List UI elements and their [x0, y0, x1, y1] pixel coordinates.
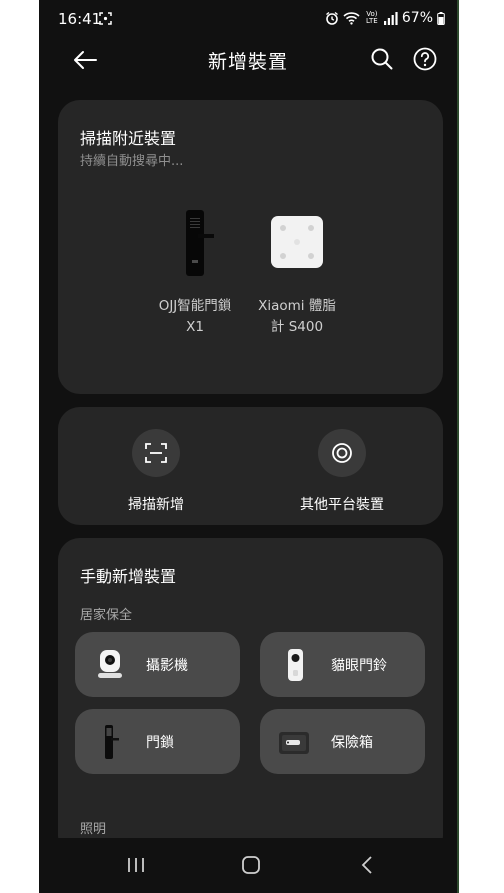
manual-card-title: 手動新增裝置 — [80, 567, 177, 586]
door-lock-icon — [105, 725, 119, 759]
scan-add-button[interactable]: 掃描新增 — [81, 429, 231, 514]
battery-icon — [437, 11, 445, 25]
section-home-security: 居家保全 — [80, 608, 133, 623]
status-time: 16:41 — [58, 10, 102, 28]
signal-icon — [383, 11, 398, 25]
system-nav-bar — [39, 838, 457, 893]
smart-lock-icon — [186, 210, 214, 276]
found-device-label: Xiaomi 體脂 計 S400 — [258, 298, 336, 335]
scan-add-circle — [132, 429, 180, 477]
other-platform-circle — [318, 429, 366, 477]
section-lighting: 照明 — [80, 822, 107, 837]
screenshot-frame: 16:41 Vo) LTE 67% 新增裝置 掃描附近裝置 持續自動搜尋中...… — [0, 0, 504, 893]
camera-icon — [98, 650, 122, 678]
add-methods-card: 掃描新增 其他平台裝置 — [58, 407, 443, 525]
screen-edge-line — [457, 0, 459, 893]
tile-label: 攝影機 — [146, 658, 188, 674]
other-platform-button[interactable]: 其他平台裝置 — [267, 429, 417, 514]
safe-icon — [279, 732, 309, 754]
tile-safe[interactable]: 保險箱 — [260, 709, 425, 774]
manual-add-card: 手動新增裝置 居家保全 攝影機 貓眼門鈴 門鎖 保險箱 照明 — [58, 538, 443, 858]
wifi-icon — [343, 12, 360, 25]
scan-add-label: 掃描新增 — [128, 497, 184, 513]
tile-door-lock[interactable]: 門鎖 — [75, 709, 240, 774]
tile-label: 保險箱 — [331, 735, 373, 751]
screen-record-icon — [99, 12, 112, 25]
body-scale-icon — [271, 216, 323, 268]
found-device-scale[interactable]: Xiaomi 體脂 計 S400 — [242, 210, 352, 340]
battery-percent: 67% — [401, 10, 433, 26]
tile-doorbell[interactable]: 貓眼門鈴 — [260, 632, 425, 697]
scan-card-title: 掃描附近裝置 — [80, 129, 177, 148]
found-device-lock[interactable]: OJJ智能門鎖 X1 — [140, 210, 250, 340]
phone-screen: 16:41 Vo) LTE 67% 新增裝置 掃描附近裝置 持續自動搜尋中...… — [39, 0, 457, 893]
alarm-icon — [325, 11, 338, 25]
home-icon[interactable] — [238, 852, 264, 878]
found-device-label: OJJ智能門鎖 X1 — [158, 298, 232, 335]
status-bar: 16:41 Vo) LTE 67% — [39, 0, 457, 38]
tile-label: 門鎖 — [146, 735, 174, 751]
other-platform-label: 其他平台裝置 — [300, 497, 384, 513]
scan-nearby-card: 掃描附近裝置 持續自動搜尋中... OJJ智能門鎖 X1 Xiaomi 體脂 計… — [58, 100, 443, 394]
back-nav-icon[interactable] — [354, 852, 380, 878]
search-icon[interactable] — [369, 46, 395, 72]
network-type-label: Vo) LTE — [366, 10, 378, 25]
status-right-group: Vo) LTE 67% — [325, 10, 445, 26]
scan-icon — [145, 443, 167, 463]
target-icon — [332, 443, 352, 463]
scan-card-subtitle: 持續自動搜尋中... — [80, 154, 184, 169]
help-circle-icon[interactable] — [412, 46, 438, 72]
doorbell-icon — [288, 649, 303, 681]
tile-label: 貓眼門鈴 — [331, 658, 387, 674]
tile-camera[interactable]: 攝影機 — [75, 632, 240, 697]
recent-apps-icon[interactable] — [123, 852, 149, 878]
app-header: 新增裝置 — [39, 38, 457, 82]
